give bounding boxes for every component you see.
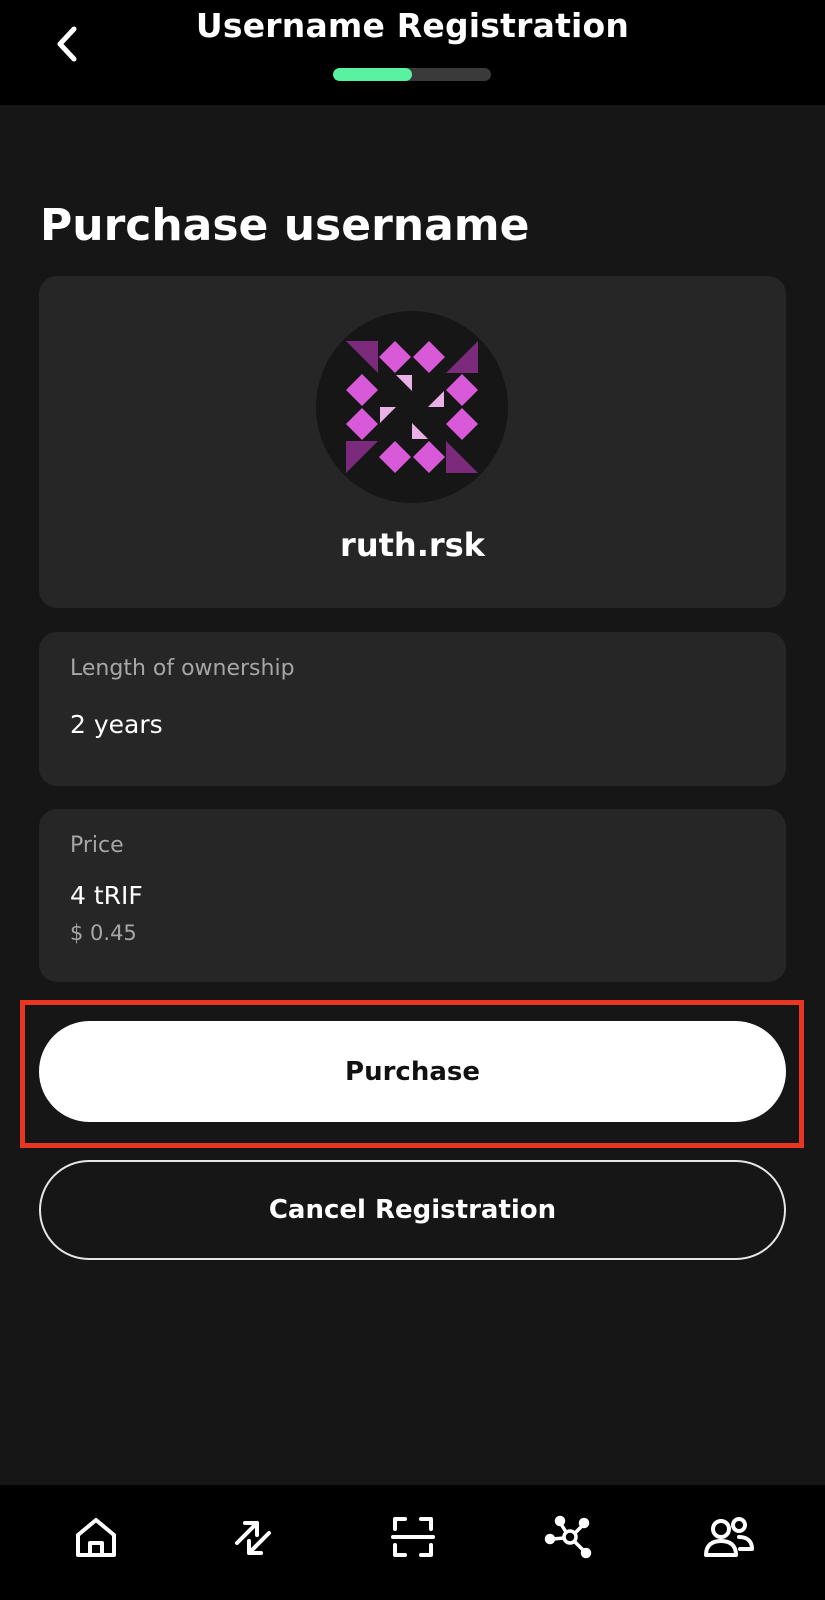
nav-item-transfer[interactable] (223, 1507, 283, 1567)
price-card: Price 4 tRIF $ 0.45 (39, 809, 786, 982)
nav-item-network[interactable] (540, 1507, 600, 1567)
network-icon (544, 1515, 592, 1559)
scan-icon (391, 1517, 435, 1557)
nav-item-home[interactable] (66, 1507, 126, 1567)
home-icon (76, 1518, 116, 1557)
step-progress-fill (333, 68, 412, 81)
page-title: Purchase username (40, 200, 530, 251)
transfer-arrows-icon (235, 1521, 271, 1555)
purchase-button[interactable]: Purchase (39, 1021, 786, 1122)
step-progress-bar (333, 68, 491, 81)
price-label: Price (70, 833, 124, 858)
price-value: 4 tRIF (70, 881, 143, 910)
header: Username Registration (0, 0, 825, 105)
ownership-label: Length of ownership (70, 656, 295, 681)
contacts-icon (704, 1517, 754, 1557)
identicon-avatar (316, 311, 508, 503)
username-card: ruth.rsk (39, 276, 786, 608)
bottom-nav (0, 1485, 825, 1600)
cancel-registration-button[interactable]: Cancel Registration (39, 1160, 786, 1260)
header-title: Username Registration (195, 6, 630, 45)
ownership-value: 2 years (70, 710, 163, 739)
username: ruth.rsk (340, 526, 485, 564)
ownership-length-card: Length of ownership 2 years (39, 632, 786, 786)
nav-item-contacts[interactable] (699, 1507, 759, 1567)
price-fiat-value: $ 0.45 (70, 921, 137, 945)
nav-item-scan[interactable] (383, 1507, 443, 1567)
